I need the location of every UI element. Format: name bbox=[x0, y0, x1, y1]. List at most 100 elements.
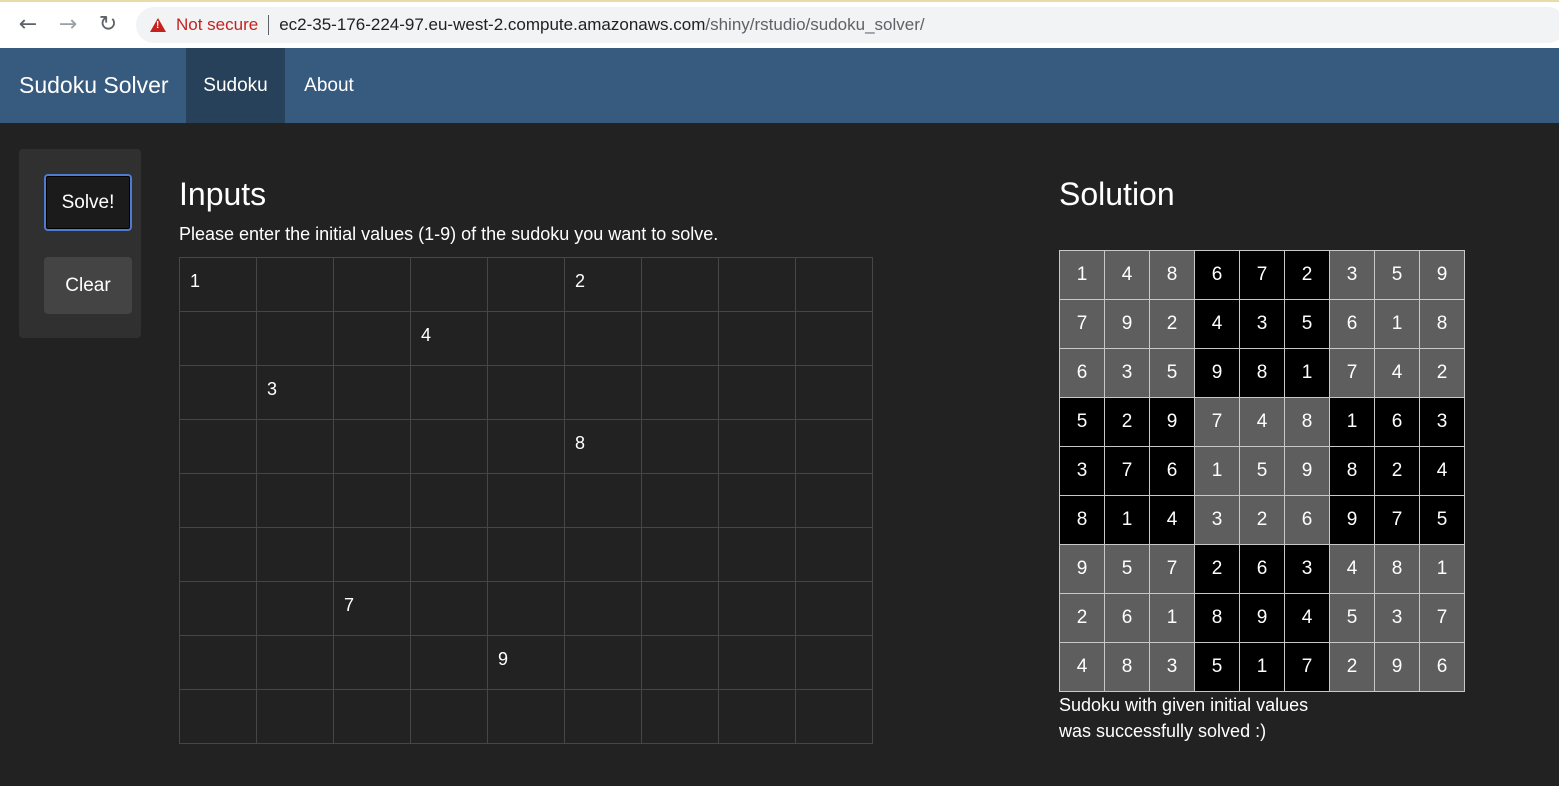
input-cell-r8-c8[interactable] bbox=[719, 636, 796, 690]
security-status[interactable]: Not secure bbox=[176, 15, 258, 35]
input-cell-r8-c7[interactable] bbox=[642, 636, 719, 690]
solution-cell-r6-c9: 5 bbox=[1420, 496, 1465, 545]
input-cell-r5-c3[interactable] bbox=[334, 474, 411, 528]
input-cell-r6-c9[interactable] bbox=[796, 528, 873, 582]
input-cell-r3-c1[interactable] bbox=[180, 366, 257, 420]
tab-sudoku[interactable]: Sudoku bbox=[186, 48, 285, 123]
input-cell-r4-c2[interactable] bbox=[257, 420, 334, 474]
input-cell-r2-c5[interactable] bbox=[488, 312, 565, 366]
input-cell-r2-c6[interactable] bbox=[565, 312, 642, 366]
input-cell-r6-c1[interactable] bbox=[180, 528, 257, 582]
input-cell-r1-c9[interactable] bbox=[796, 258, 873, 312]
input-cell-r7-c7[interactable] bbox=[642, 582, 719, 636]
solution-cell-r2-c8: 1 bbox=[1375, 300, 1420, 349]
input-cell-r2-c7[interactable] bbox=[642, 312, 719, 366]
input-cell-r6-c3[interactable] bbox=[334, 528, 411, 582]
solution-cell-r5-c3: 6 bbox=[1150, 447, 1195, 496]
input-cell-r6-c5[interactable] bbox=[488, 528, 565, 582]
input-cell-r4-c5[interactable] bbox=[488, 420, 565, 474]
input-cell-r1-c7[interactable] bbox=[642, 258, 719, 312]
input-cell-r9-c7[interactable] bbox=[642, 690, 719, 744]
input-cell-r6-c8[interactable] bbox=[719, 528, 796, 582]
input-cell-r2-c1[interactable] bbox=[180, 312, 257, 366]
input-cell-r3-c9[interactable] bbox=[796, 366, 873, 420]
input-cell-r5-c8[interactable] bbox=[719, 474, 796, 528]
input-cell-r5-c4[interactable] bbox=[411, 474, 488, 528]
solution-cell-r5-c7: 8 bbox=[1330, 447, 1375, 496]
solution-cell-r4-c8: 6 bbox=[1375, 398, 1420, 447]
input-cell-r9-c9[interactable] bbox=[796, 690, 873, 744]
input-cell-r7-c9[interactable] bbox=[796, 582, 873, 636]
forward-icon[interactable]: → bbox=[53, 10, 83, 40]
input-cell-r1-c6[interactable]: 2 bbox=[565, 258, 642, 312]
input-cell-r9-c5[interactable] bbox=[488, 690, 565, 744]
input-cell-r5-c6[interactable] bbox=[565, 474, 642, 528]
input-cell-r9-c3[interactable] bbox=[334, 690, 411, 744]
input-cell-r4-c6[interactable]: 8 bbox=[565, 420, 642, 474]
input-cell-r5-c1[interactable] bbox=[180, 474, 257, 528]
input-cell-r7-c8[interactable] bbox=[719, 582, 796, 636]
input-cell-r8-c9[interactable] bbox=[796, 636, 873, 690]
reload-icon[interactable]: ↻ bbox=[93, 10, 123, 40]
input-cell-r2-c4[interactable]: 4 bbox=[411, 312, 488, 366]
input-cell-r4-c3[interactable] bbox=[334, 420, 411, 474]
input-cell-r9-c6[interactable] bbox=[565, 690, 642, 744]
input-cell-r4-c9[interactable] bbox=[796, 420, 873, 474]
input-cell-r5-c2[interactable] bbox=[257, 474, 334, 528]
input-cell-r3-c5[interactable] bbox=[488, 366, 565, 420]
input-cell-r8-c3[interactable] bbox=[334, 636, 411, 690]
solution-cell-r6-c7: 9 bbox=[1330, 496, 1375, 545]
input-cell-r6-c2[interactable] bbox=[257, 528, 334, 582]
input-cell-r3-c4[interactable] bbox=[411, 366, 488, 420]
input-cell-r7-c5[interactable] bbox=[488, 582, 565, 636]
tab-about[interactable]: About bbox=[285, 48, 373, 123]
input-cell-r3-c8[interactable] bbox=[719, 366, 796, 420]
solution-cell-r3-c5: 8 bbox=[1240, 349, 1285, 398]
input-cell-r1-c4[interactable] bbox=[411, 258, 488, 312]
input-cell-r1-c5[interactable] bbox=[488, 258, 565, 312]
app-brand[interactable]: Sudoku Solver bbox=[19, 48, 169, 123]
input-cell-r1-c3[interactable] bbox=[334, 258, 411, 312]
input-cell-r4-c1[interactable] bbox=[180, 420, 257, 474]
input-cell-r8-c5[interactable]: 9 bbox=[488, 636, 565, 690]
input-cell-r8-c2[interactable] bbox=[257, 636, 334, 690]
input-cell-r1-c8[interactable] bbox=[719, 258, 796, 312]
solution-cell-r8-c3: 1 bbox=[1150, 594, 1195, 643]
solution-cell-r2-c1: 7 bbox=[1060, 300, 1105, 349]
input-cell-r8-c4[interactable] bbox=[411, 636, 488, 690]
input-cell-r5-c9[interactable] bbox=[796, 474, 873, 528]
input-cell-r3-c3[interactable] bbox=[334, 366, 411, 420]
input-cell-r2-c9[interactable] bbox=[796, 312, 873, 366]
input-cell-r2-c8[interactable] bbox=[719, 312, 796, 366]
input-cell-r6-c6[interactable] bbox=[565, 528, 642, 582]
input-cell-r1-c2[interactable] bbox=[257, 258, 334, 312]
input-cell-r5-c7[interactable] bbox=[642, 474, 719, 528]
input-cell-r1-c1[interactable]: 1 bbox=[180, 258, 257, 312]
input-cell-r4-c7[interactable] bbox=[642, 420, 719, 474]
input-cell-r7-c4[interactable] bbox=[411, 582, 488, 636]
input-cell-r4-c8[interactable] bbox=[719, 420, 796, 474]
input-cell-r7-c6[interactable] bbox=[565, 582, 642, 636]
input-cell-r4-c4[interactable] bbox=[411, 420, 488, 474]
input-cell-r6-c4[interactable] bbox=[411, 528, 488, 582]
input-cell-r8-c1[interactable] bbox=[180, 636, 257, 690]
input-cell-r9-c8[interactable] bbox=[719, 690, 796, 744]
input-cell-r9-c4[interactable] bbox=[411, 690, 488, 744]
solve-button[interactable]: Solve! bbox=[44, 174, 132, 231]
input-cell-r9-c1[interactable] bbox=[180, 690, 257, 744]
input-cell-r3-c2[interactable]: 3 bbox=[257, 366, 334, 420]
input-cell-r9-c2[interactable] bbox=[257, 690, 334, 744]
clear-button[interactable]: Clear bbox=[44, 257, 132, 314]
input-cell-r3-c6[interactable] bbox=[565, 366, 642, 420]
input-cell-r3-c7[interactable] bbox=[642, 366, 719, 420]
input-cell-r7-c1[interactable] bbox=[180, 582, 257, 636]
input-cell-r5-c5[interactable] bbox=[488, 474, 565, 528]
input-cell-r2-c3[interactable] bbox=[334, 312, 411, 366]
address-bar[interactable]: Not secure ec2-35-176-224-97.eu-west-2.c… bbox=[136, 7, 1559, 43]
input-cell-r6-c7[interactable] bbox=[642, 528, 719, 582]
input-cell-r2-c2[interactable] bbox=[257, 312, 334, 366]
input-cell-r7-c2[interactable] bbox=[257, 582, 334, 636]
input-cell-r8-c6[interactable] bbox=[565, 636, 642, 690]
back-icon[interactable]: ← bbox=[13, 10, 43, 40]
input-cell-r7-c3[interactable]: 7 bbox=[334, 582, 411, 636]
